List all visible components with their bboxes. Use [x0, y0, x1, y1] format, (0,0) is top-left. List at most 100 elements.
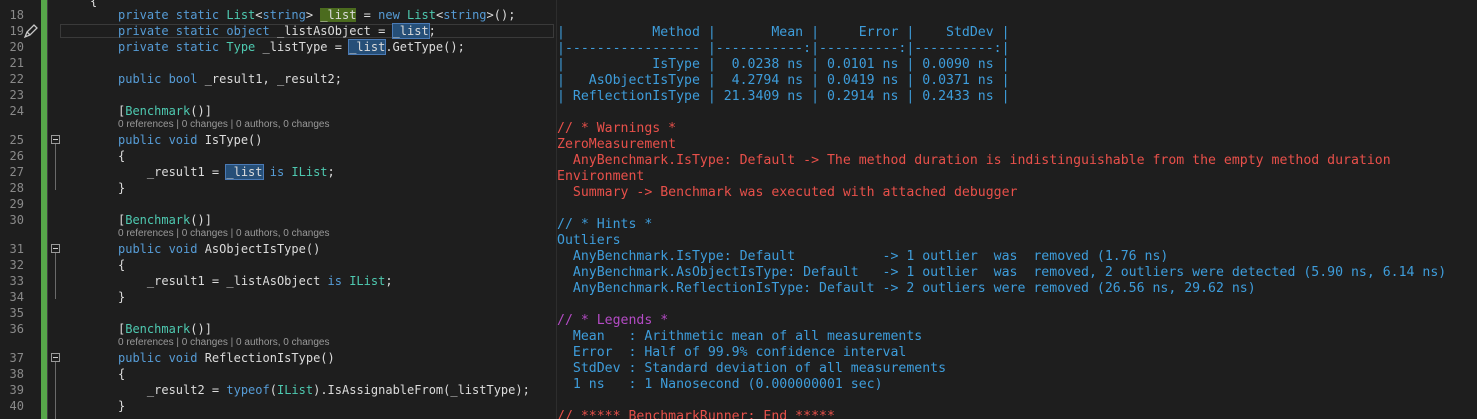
code-token: string — [262, 8, 306, 22]
line-number: 34 — [9, 290, 24, 304]
code-token: IList — [276, 383, 314, 397]
code-line[interactable]: _result2 = typeof(IList).IsAssignableFro… — [118, 383, 530, 397]
code-token: Benchmark — [125, 322, 191, 336]
hints-line: AnyBenchmark.ReflectionIsType: Default -… — [557, 281, 1256, 296]
code-line[interactable]: private static List<string> _list = new … — [118, 8, 515, 22]
runner-footer: // ***** BenchmarkRunner: End ***** — [557, 409, 835, 419]
line-number: 27 — [9, 165, 24, 179]
collapse-toggle-icon[interactable] — [51, 244, 60, 253]
line-number: 37 — [9, 351, 24, 365]
code-token: List — [226, 8, 256, 22]
line-number: 25 — [9, 133, 24, 147]
code-token: string — [443, 8, 487, 22]
line-number: 32 — [9, 258, 24, 272]
line-number: 21 — [9, 56, 24, 70]
code-line[interactable]: [Benchmark()] — [118, 322, 212, 336]
legend-line: Error : Half of 99.9% confidence interva… — [557, 345, 907, 360]
fold-guide — [55, 144, 56, 190]
code-line[interactable]: } — [118, 290, 125, 304]
line-number: 36 — [9, 322, 24, 336]
line-number: 40 — [9, 399, 24, 413]
code-token: is — [327, 274, 342, 288]
legend-line: 1 ns : 1 Nanosecond (0.000000001 sec) — [557, 377, 883, 392]
code-token: _result1, _result2; — [197, 72, 342, 86]
collapse-toggle-icon[interactable] — [51, 135, 60, 144]
code-token: ; — [385, 274, 393, 288]
code-token: public void — [118, 133, 198, 147]
code-line[interactable]: private static Type _listType = _list.Ge… — [118, 39, 465, 55]
results-table-row: | AsObjectIsType | 4.2794 ns | 0.0419 ns… — [557, 73, 1010, 88]
line-number: 18 — [9, 8, 24, 22]
legend-line: StdDev : Standard deviation of all measu… — [557, 361, 947, 376]
code-line[interactable]: } — [118, 399, 125, 413]
code-token: > — [305, 8, 321, 22]
line-number: 24 — [9, 104, 24, 118]
code-token: private static — [118, 40, 227, 54]
code-token: _result1 = — [118, 165, 227, 179]
codelens-info[interactable]: 0 references | 0 changes | 0 authors, 0 … — [118, 119, 329, 131]
code-token: AsObjectIsType() — [197, 242, 321, 256]
code-line[interactable]: } — [118, 181, 125, 195]
code-line[interactable]: public void ReflectionIsType() — [118, 351, 335, 365]
code-token: IList — [349, 274, 386, 288]
code-token: private static — [118, 8, 227, 22]
code-token: ).IsAssignableFrom(_listType); — [313, 383, 530, 397]
code-token: _list — [320, 8, 357, 22]
code-token: private static object — [118, 24, 270, 38]
code-line[interactable]: { — [118, 367, 125, 381]
code-token: ; — [428, 24, 436, 38]
code-line[interactable]: [Benchmark()] — [118, 213, 212, 227]
results-table-row: | ReflectionIsType | 21.3409 ns | 0.2914… — [557, 89, 1010, 104]
line-number: 26 — [9, 149, 24, 163]
code-token: new — [378, 8, 408, 22]
code-line[interactable]: public bool _result1, _result2; — [118, 72, 342, 86]
code-token: ( — [269, 383, 277, 397]
line-number: 35 — [9, 306, 24, 320]
code-token: typeof — [226, 383, 270, 397]
code-token: < — [255, 8, 263, 22]
hints-line: Outliers — [557, 233, 621, 248]
line-number: 22 — [9, 72, 24, 86]
codelens-info[interactable]: 0 references | 0 changes | 0 authors, 0 … — [118, 337, 329, 349]
pencil-edit-icon[interactable] — [22, 22, 40, 40]
code-token: ()] — [190, 104, 212, 118]
warnings-line: // * Warnings * — [557, 121, 677, 136]
results-table-row: | IsType | 0.0238 ns | 0.0101 ns | 0.009… — [557, 57, 1010, 72]
code-editor[interactable]: 18 19 20 21 22 23 24 25 26 27 28 29 30 3… — [0, 0, 556, 419]
code-token: >(); — [486, 8, 516, 22]
code-line[interactable]: _result1 = _listAsObject is IList; — [118, 274, 393, 288]
hints-line: AnyBenchmark.IsType: Default -> 1 outlie… — [557, 249, 1169, 264]
code-line[interactable]: public void AsObjectIsType() — [118, 242, 320, 256]
console-output[interactable]: | Method | Mean | Error | StdDev | |----… — [557, 0, 1477, 419]
line-number: 28 — [9, 181, 24, 195]
warnings-line: Environment — [557, 169, 645, 184]
code-token: _list — [391, 23, 430, 39]
legends-header: // * Legends * — [557, 313, 669, 328]
code-line[interactable]: public void IsType() — [118, 133, 263, 147]
code-token: _listType = — [255, 40, 350, 54]
line-number: 38 — [9, 367, 24, 381]
legend-line: Mean : Arithmetic mean of all measuremen… — [557, 329, 923, 344]
code-line[interactable]: private static object _listAsObject = _l… — [118, 23, 436, 39]
hints-line: // * Hints * — [557, 217, 653, 232]
warnings-line: Summary -> Benchmark was executed with a… — [557, 185, 1018, 200]
warnings-line: ZeroMeasurement — [557, 137, 677, 152]
line-number: 29 — [9, 197, 24, 211]
code-line[interactable]: _result1 = _list is IList; — [118, 164, 335, 180]
code-token: public bool — [118, 72, 198, 86]
margin-separator — [47, 0, 48, 419]
code-token: ReflectionIsType() — [197, 351, 335, 365]
code-token: List — [407, 8, 436, 22]
code-line[interactable]: { — [118, 258, 125, 272]
codelens-info[interactable]: 0 references | 0 changes | 0 authors, 0 … — [118, 228, 329, 240]
warnings-line: AnyBenchmark.IsType: Default -> The meth… — [557, 153, 1391, 168]
code-line[interactable]: { — [118, 149, 125, 163]
results-table-row: | Method | Mean | Error | StdDev | — [557, 25, 1010, 40]
collapse-toggle-icon[interactable] — [51, 353, 60, 362]
code-line[interactable]: [Benchmark()] — [118, 104, 212, 118]
code-token: Benchmark — [125, 104, 191, 118]
line-number: 31 — [9, 242, 24, 256]
results-table-row: |----------------- |-----------:|-------… — [557, 41, 1010, 56]
hints-line: AnyBenchmark.AsObjectIsType: Default -> … — [557, 265, 1447, 280]
code-token: _list — [225, 164, 264, 180]
